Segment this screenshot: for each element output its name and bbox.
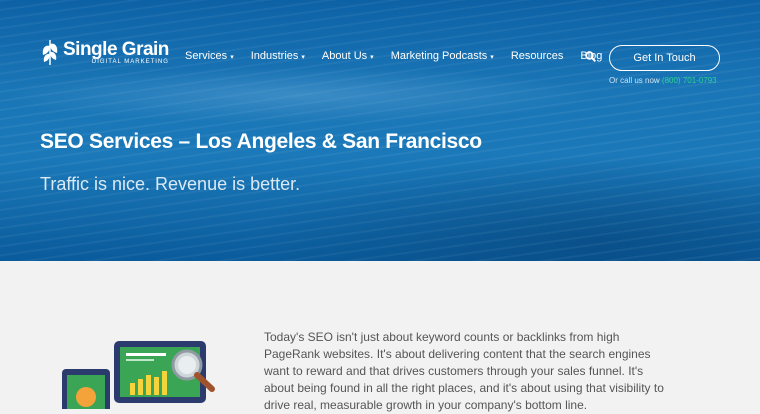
analytics-illustration <box>62 341 215 409</box>
nav-item-services[interactable]: Services ▾ <box>185 50 234 62</box>
get-in-touch-button[interactable]: Get In Touch <box>609 45 720 71</box>
call-us-label: Or call us now <box>609 76 660 85</box>
page-subtitle: Traffic is nice. Revenue is better. <box>40 174 301 194</box>
caret-down-icon: ▾ <box>490 54 494 61</box>
nav-item-marketing-podcasts[interactable]: Marketing Podcasts ▾ <box>391 50 494 62</box>
brand-tagline: DIGITAL MARKETING <box>91 58 169 65</box>
nav-item-resources[interactable]: Resources <box>511 50 564 62</box>
content-section: Today's SEO isn't just about keyword cou… <box>0 261 760 412</box>
nav-item-about-us[interactable]: About Us ▾ <box>322 50 374 62</box>
brand-logo[interactable]: Single Grain DIGITAL MARKETING <box>40 38 169 66</box>
search-icon[interactable] <box>585 51 596 62</box>
page-title: SEO Services – Los Angeles & San Francis… <box>40 130 482 153</box>
phone-link[interactable]: (800) 701-0793 <box>662 76 717 85</box>
nav-item-industries[interactable]: Industries ▾ <box>251 50 305 62</box>
leaf-icon <box>42 40 58 66</box>
hero-banner: Single Grain DIGITAL MARKETING Services ▾… <box>0 0 760 261</box>
intro-paragraph: Today's SEO isn't just about keyword cou… <box>264 330 664 412</box>
brand-name: Single Grain <box>63 38 169 60</box>
caret-down-icon: ▾ <box>230 54 234 61</box>
caret-down-icon: ▾ <box>370 54 374 61</box>
main-nav: Services ▾ Industries ▾ About Us ▾ Marketin… <box>185 50 619 62</box>
caret-down-icon: ▾ <box>301 54 305 61</box>
call-us-line: Or call us now (800) 701-0793 <box>609 76 717 85</box>
